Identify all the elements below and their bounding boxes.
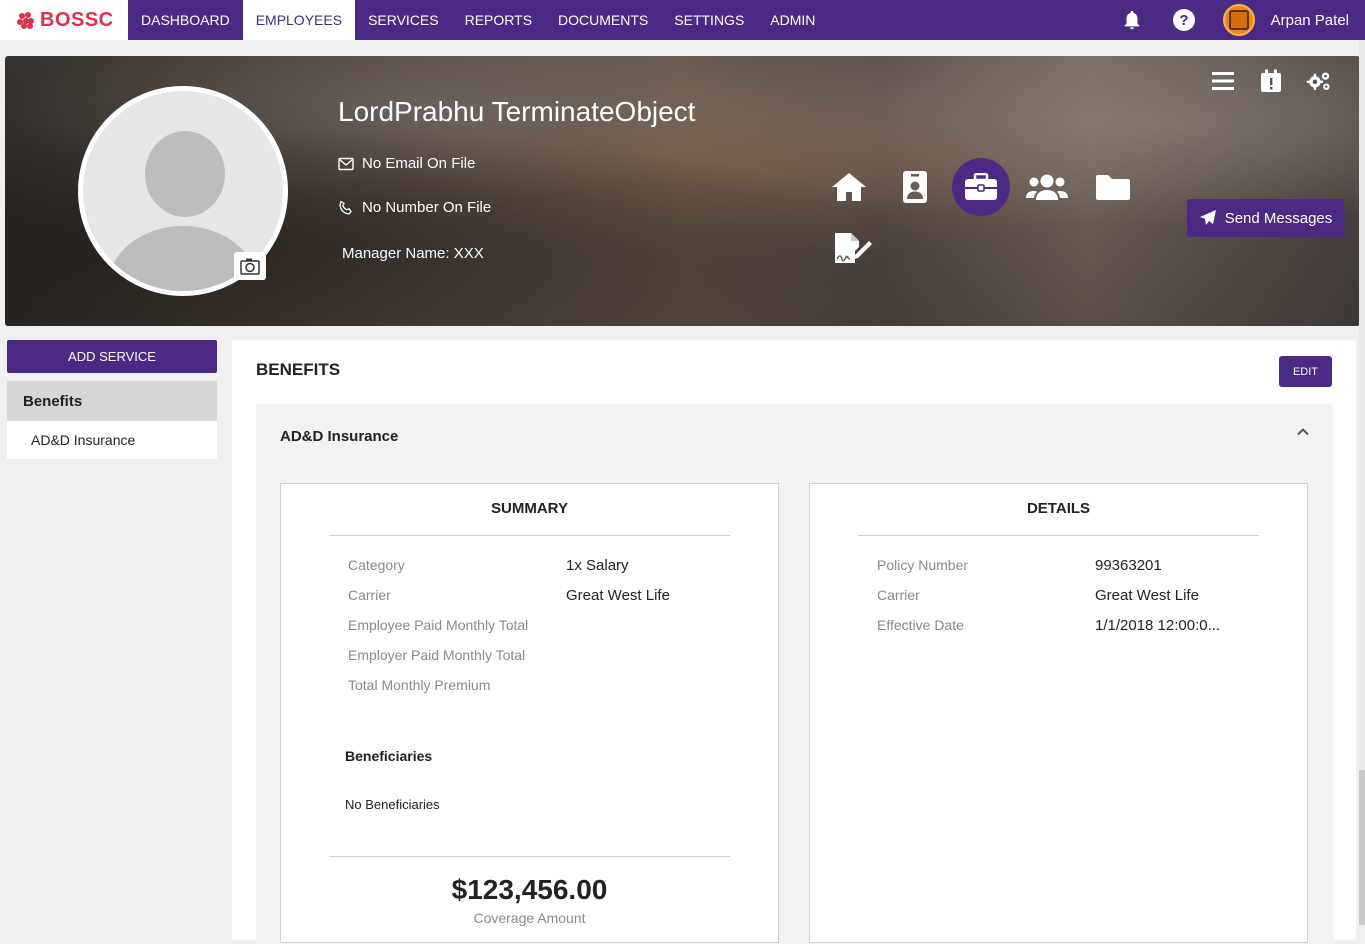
camera-icon[interactable] <box>234 252 266 280</box>
edit-button[interactable]: EDIT <box>1279 356 1332 387</box>
details-row: Effective Date 1/1/2018 12:00:0... <box>877 617 1221 634</box>
phone-line: No Number On File <box>338 199 491 216</box>
beneficiaries-title: Beneficiaries <box>345 748 433 764</box>
details-row: Carrier Great West Life <box>877 587 1199 604</box>
summary-title: SUMMARY <box>329 500 730 536</box>
gears-icon[interactable] <box>1306 68 1332 94</box>
beneficiaries-text: No Beneficiaries <box>345 797 440 812</box>
envelope-icon <box>338 157 354 170</box>
menu-icon[interactable] <box>1210 68 1236 94</box>
benefits-card: BENEFITS EDIT AD&D Insurance SUMMARY Cat… <box>232 340 1356 944</box>
accordion-title[interactable]: AD&D Insurance <box>280 428 398 445</box>
summary-panel: SUMMARY Category 1x Salary Carrier Great W… <box>280 483 779 943</box>
nav-employees[interactable]: EMPLOYEES <box>242 0 356 40</box>
user-name[interactable]: Arpan Patel <box>1271 12 1349 29</box>
nav-reports[interactable]: REPORTS <box>452 0 545 40</box>
page-title: BENEFITS <box>256 360 341 379</box>
nav-dashboard[interactable]: DASHBOARD <box>128 0 243 40</box>
logo-text: BOSSC <box>40 8 114 31</box>
nav-settings[interactable]: SETTINGS <box>661 0 757 40</box>
email-line: No Email On File <box>338 155 475 172</box>
nav-documents[interactable]: DOCUMENTS <box>545 0 661 40</box>
summary-row: Employee Paid Monthly Total <box>348 617 529 633</box>
details-panel: DETAILS Policy Number 99363201 Carrier Gre… <box>809 483 1308 943</box>
nav-services[interactable]: SERVICES <box>355 0 452 40</box>
summary-row: Total Monthly Premium <box>348 677 491 693</box>
add-insurance-accordion: AD&D Insurance SUMMARY Category 1x Salary… <box>256 404 1333 944</box>
nav-admin[interactable]: ADMIN <box>757 0 828 40</box>
coverage-amount: $123,456.00 <box>451 874 608 905</box>
help-icon[interactable]: ? <box>1171 7 1197 33</box>
phone-text: No Number On File <box>362 199 492 216</box>
scrollbar-thumb[interactable] <box>1359 770 1365 925</box>
sidebar-group-benefits[interactable]: Benefits <box>7 381 217 421</box>
manager-line: Manager Name: XXX <box>342 245 484 262</box>
coverage-label: Coverage Amount <box>473 910 586 926</box>
divider <box>329 856 730 857</box>
add-service-button[interactable]: ADD SERVICE <box>7 340 217 373</box>
manager-text: Manager Name: XXX <box>342 245 484 262</box>
profile-banner: LordPrabhu TerminateObject No Email On F… <box>5 56 1360 326</box>
svg-text:?: ? <box>1179 12 1188 29</box>
send-messages-label: Send Messages <box>1224 209 1333 227</box>
details-row: Policy Number 99363201 <box>877 557 1162 574</box>
user-avatar[interactable] <box>1222 4 1255 36</box>
employee-name: LordPrabhu TerminateObject <box>338 96 696 127</box>
paper-plane-icon <box>1199 210 1216 225</box>
id-badge-icon[interactable] <box>886 158 944 216</box>
app-logo[interactable]: BOSSC <box>0 0 128 40</box>
bell-icon[interactable] <box>1119 7 1145 33</box>
sidebar-item-add-insurance[interactable]: AD&D Insurance <box>7 421 217 459</box>
phone-icon <box>339 199 352 215</box>
summary-row: Employer Paid Monthly Total <box>348 647 526 663</box>
signature-icon[interactable] <box>824 220 882 278</box>
logo-icon <box>17 12 34 29</box>
send-messages-button[interactable]: Send Messages <box>1187 199 1344 237</box>
folder-icon[interactable] <box>1084 158 1142 216</box>
users-icon[interactable] <box>1018 158 1076 216</box>
details-title: DETAILS <box>858 500 1259 536</box>
briefcase-icon[interactable] <box>952 158 1010 216</box>
calendar-alert-icon[interactable] <box>1258 68 1284 94</box>
chevron-up-icon[interactable] <box>1295 424 1311 440</box>
summary-row: Category 1x Salary <box>348 557 629 574</box>
top-nav-bar: BOSSC DASHBOARD EMPLOYEES SERVICES REPOR… <box>0 0 1365 40</box>
email-text: No Email On File <box>362 155 476 172</box>
home-icon[interactable] <box>820 158 878 216</box>
summary-row: Carrier Great West Life <box>348 587 670 604</box>
